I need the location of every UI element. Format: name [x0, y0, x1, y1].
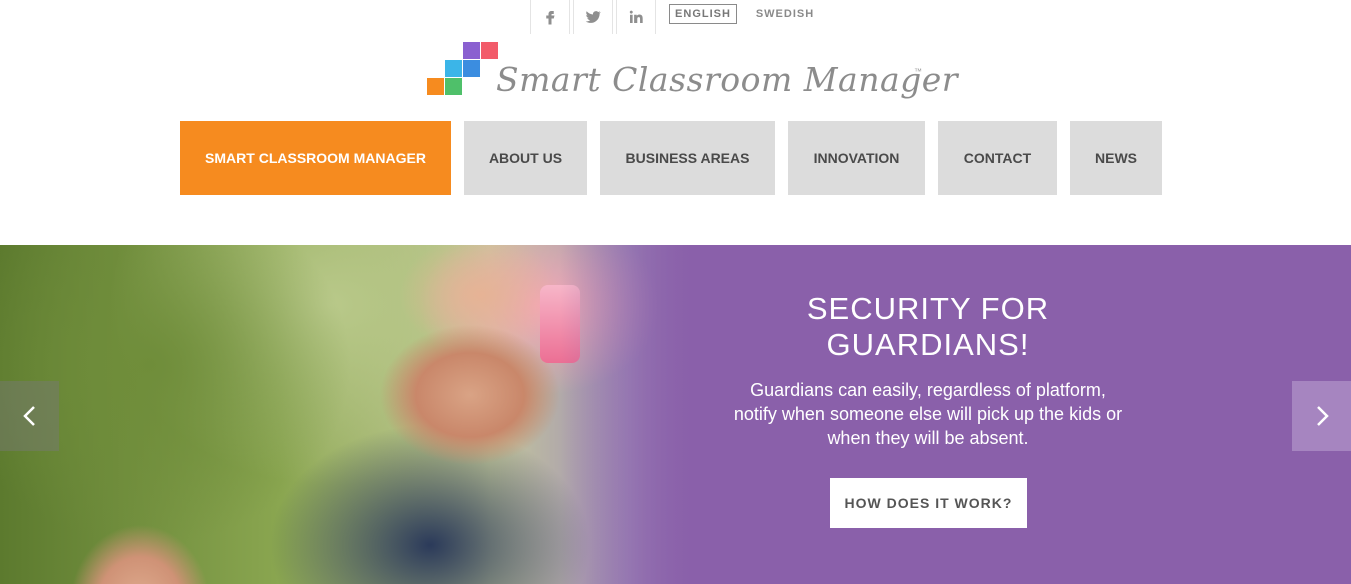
nav-contact[interactable]: CONTACT	[938, 121, 1057, 195]
nav-business-areas[interactable]: BUSINESS AREAS	[600, 121, 775, 195]
logo-square	[463, 42, 480, 59]
linkedin-link[interactable]	[616, 0, 656, 34]
nav-about-us[interactable]: ABOUT US	[464, 121, 587, 195]
logo-square	[481, 42, 498, 59]
nav-smart-classroom-manager[interactable]: SMART CLASSROOM MANAGER	[180, 121, 451, 195]
top-bar: ENGLISH SWEDISH	[0, 0, 1351, 34]
logo-square	[445, 78, 462, 95]
language-english[interactable]: ENGLISH	[669, 4, 737, 24]
how-does-it-work-button[interactable]: HOW DOES IT WORK?	[830, 478, 1027, 528]
slider-prev-button[interactable]	[0, 381, 59, 451]
twitter-icon	[585, 11, 602, 23]
trademark: ™	[914, 67, 922, 76]
twitter-link[interactable]	[573, 0, 613, 34]
language-swedish[interactable]: SWEDISH	[752, 4, 818, 24]
logo[interactable]: Smart Classroom Manager ™	[426, 40, 958, 110]
hero-text: Guardians can easily, regardless of plat…	[733, 380, 1123, 448]
hero-slider: SECURITY FOR GUARDIANS! Guardians can ea…	[0, 245, 1351, 584]
chevron-left-icon	[22, 406, 35, 426]
chevron-right-icon	[1316, 406, 1329, 426]
logo-square	[463, 60, 480, 77]
logo-text: Smart Classroom Manager	[496, 60, 959, 99]
nav-innovation[interactable]: INNOVATION	[788, 121, 925, 195]
facebook-link[interactable]	[530, 0, 570, 34]
linkedin-icon	[629, 10, 643, 23]
hero-photo-fade	[560, 245, 700, 584]
facebook-icon	[546, 11, 555, 25]
logo-square	[427, 78, 444, 95]
nav-news[interactable]: NEWS	[1070, 121, 1162, 195]
hero-title: SECURITY FOR GUARDIANS!	[806, 291, 1050, 362]
logo-square	[445, 60, 462, 77]
slider-next-button[interactable]	[1292, 381, 1351, 451]
